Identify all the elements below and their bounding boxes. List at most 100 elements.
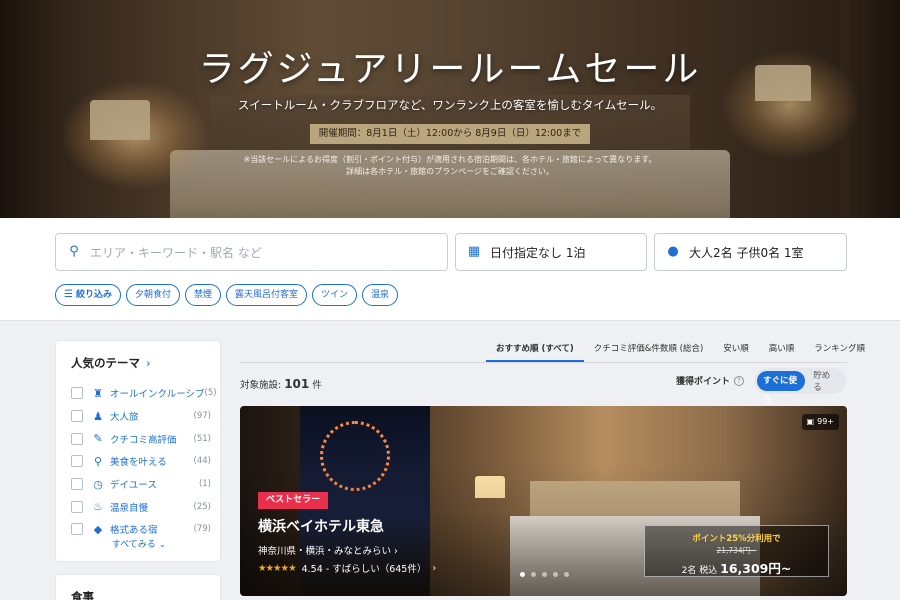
review-icon: ✎: [93, 432, 103, 446]
calendar-icon: ▦: [467, 244, 481, 259]
theme-item[interactable]: ♟ 大人旅 (97): [71, 405, 211, 428]
food-card: 食事: [55, 574, 221, 600]
checkbox[interactable]: [71, 432, 83, 445]
theme-label: 美食を叶える: [110, 457, 167, 469]
theme-item[interactable]: ◷ デイユース (1): [71, 473, 211, 496]
theme-count: (44): [193, 456, 211, 467]
hotel-area: 神奈川県・横浜・みなとみらい: [258, 546, 392, 557]
carousel-dot[interactable]: [564, 572, 569, 577]
tab-price-low[interactable]: 安い順: [713, 340, 759, 362]
price-promo: ポイント25%分利用で: [692, 534, 781, 544]
checkbox[interactable]: [71, 387, 83, 400]
carousel-dot[interactable]: [553, 572, 558, 577]
hero-title: ラグジュアリールームセール: [198, 49, 702, 90]
original-price: 21,734円~: [716, 546, 757, 555]
tab-ranking[interactable]: ランキング順: [804, 340, 875, 362]
popular-themes-title[interactable]: 人気のテーマ ›: [71, 355, 151, 371]
couple-icon: ♟: [93, 409, 103, 423]
date-picker[interactable]: ▦ 日付指定なし 1泊: [455, 233, 647, 271]
hero-note: 詳細は各ホテル・旅館のプランページをご確認ください。: [346, 167, 554, 176]
theme-item[interactable]: ⚲ 美食を叶える (44): [71, 450, 211, 473]
date-value: 日付指定なし 1泊: [490, 245, 586, 260]
theme-label: クチコミ高評価: [110, 434, 177, 446]
hotel-name[interactable]: 横浜ベイホテル東急: [258, 516, 384, 536]
carousel-dot[interactable]: [542, 572, 547, 577]
result-count: 対象施設: 101 件: [240, 377, 322, 391]
hero-banner: ラグジュアリールームセール スイートルーム・クラブフロアなど、ワンランク上の客室…: [0, 0, 900, 218]
theme-label: 格式ある宿: [110, 525, 158, 537]
star-rating-icon: ★★★★★: [258, 562, 297, 574]
hero-subtitle: スイートルーム・クラブフロアなど、ワンランク上の客室を愉しむタイムセール。: [237, 98, 663, 112]
theme-item[interactable]: ♜ オールインクルーシブ (5): [71, 382, 217, 405]
person-icon: ●: [667, 244, 679, 259]
theme-label: 大人旅: [110, 412, 139, 424]
hotel-area-link[interactable]: 神奈川県・横浜・みなとみらい ›: [258, 543, 398, 557]
chip-twin[interactable]: ツイン: [312, 284, 358, 306]
diamond-icon: ◆: [93, 522, 103, 536]
help-icon[interactable]: ?: [734, 375, 745, 386]
points-use-now-option[interactable]: すぐに使う: [757, 371, 806, 406]
chip-dinner-breakfast[interactable]: 夕朝食付: [125, 284, 180, 306]
theme-item[interactable]: ✎ クチコミ高評価 (51): [71, 427, 211, 450]
photo-count[interactable]: ▣ 99+: [801, 414, 839, 430]
points-label-text: 獲得ポイント: [676, 377, 731, 387]
all-inclusive-icon: ♜: [93, 386, 103, 400]
theme-count: (51): [193, 433, 211, 444]
points-save-option[interactable]: 貯める: [805, 369, 843, 393]
guests-selector[interactable]: ● 大人2名 子供0名 1室: [654, 233, 847, 271]
popular-themes-card: 人気のテーマ › ♜ オールインクルーシブ (5) ♟ 大人旅 (97) ✎ クチ…: [55, 340, 221, 562]
chip-open-air-bath[interactable]: 露天風呂付客室: [226, 284, 308, 306]
popular-themes-label: 人気のテーマ: [71, 356, 140, 370]
photo-count-value: 99+: [817, 417, 834, 426]
dining-icon: ⚲: [93, 454, 103, 468]
hotel-rating-link[interactable]: ★★★★★ 4.54 - すばらしい（645件） ›: [258, 561, 436, 576]
price-line: 2名 税込 16,309円~: [645, 558, 828, 577]
price-prefix: 2名 税込: [681, 566, 718, 576]
chip-onsen[interactable]: 温泉: [362, 284, 399, 306]
points-toggle[interactable]: すぐに使う 貯める: [754, 368, 846, 406]
price-value: 16,309円~: [720, 561, 792, 576]
sort-divider: [240, 362, 847, 363]
rating-text: 4.54 - すばらしい（645件）: [301, 564, 427, 575]
price-box: ポイント25%分利用で 21,734円~ 2名 税込 16,309円~: [644, 525, 829, 577]
sliders-icon: ☰: [64, 289, 73, 300]
theme-count: (5): [204, 388, 217, 399]
carousel-dot[interactable]: [531, 572, 536, 577]
search-panel: ⚲ エリア・キーワード・駅名 など ▦ 日付指定なし 1泊 ● 大人2名 子供0…: [0, 218, 900, 321]
onsen-icon: ♨: [93, 500, 103, 514]
filter-button[interactable]: ☰ 絞り込み: [55, 284, 121, 306]
tab-review-score[interactable]: クチコミ評価&件数順 (総合): [584, 340, 713, 362]
theme-list: ♜ オールインクルーシブ (5) ♟ 大人旅 (97) ✎ クチコミ高評価 (5…: [71, 382, 217, 541]
checkbox[interactable]: [71, 500, 83, 513]
filter-chips: ☰ 絞り込み 夕朝食付 禁煙 露天風呂付客室 ツイン 温泉: [55, 284, 399, 306]
food-title: 食事: [71, 590, 94, 600]
theme-label: デイユース: [110, 480, 157, 492]
checkbox[interactable]: [71, 410, 83, 423]
checkbox[interactable]: [71, 455, 83, 468]
tab-recommended[interactable]: おすすめ順 (すべて): [486, 340, 584, 362]
checkbox[interactable]: [71, 523, 83, 536]
hero-note: ※当該セールによるお得度（割引・ポイント付与）が適用される宿泊期間は、各ホテル・…: [243, 155, 657, 164]
hotel-card[interactable]: ▣ 99+ ベストセラー 横浜ベイホテル東急 神奈川県・横浜・みなとみらい › …: [240, 406, 847, 596]
sort-tabs: おすすめ順 (すべて) クチコミ評価&件数順 (総合) 安い順 高い順 ランキン…: [486, 340, 865, 362]
chip-non-smoking[interactable]: 禁煙: [185, 284, 222, 306]
carousel-dot[interactable]: [520, 572, 525, 577]
chevron-down-icon: ⌄: [158, 540, 167, 550]
theme-count: (79): [193, 524, 211, 535]
clock-icon: ◷: [93, 477, 103, 491]
tab-price-high[interactable]: 高い順: [759, 340, 805, 362]
carousel-dots: [520, 572, 569, 577]
guests-value: 大人2名 子供0名 1室: [689, 245, 804, 260]
checkbox[interactable]: [71, 478, 83, 491]
theme-label: 温泉自慢: [110, 502, 149, 514]
bestseller-badge: ベストセラー: [258, 492, 329, 509]
theme-count: (97): [193, 411, 211, 422]
theme-item[interactable]: ♨ 温泉自慢 (25): [71, 495, 211, 518]
result-count-suffix: 件: [312, 380, 322, 391]
chevron-right-icon: ›: [394, 546, 398, 557]
result-count-number: 101: [284, 377, 310, 391]
points-label: 獲得ポイント ?: [676, 374, 745, 387]
keyword-search-input[interactable]: ⚲ エリア・キーワード・駅名 など: [55, 233, 448, 271]
see-all-label: すべてみる: [111, 540, 156, 550]
see-all-themes-link[interactable]: すべてみる ⌄: [56, 537, 222, 550]
